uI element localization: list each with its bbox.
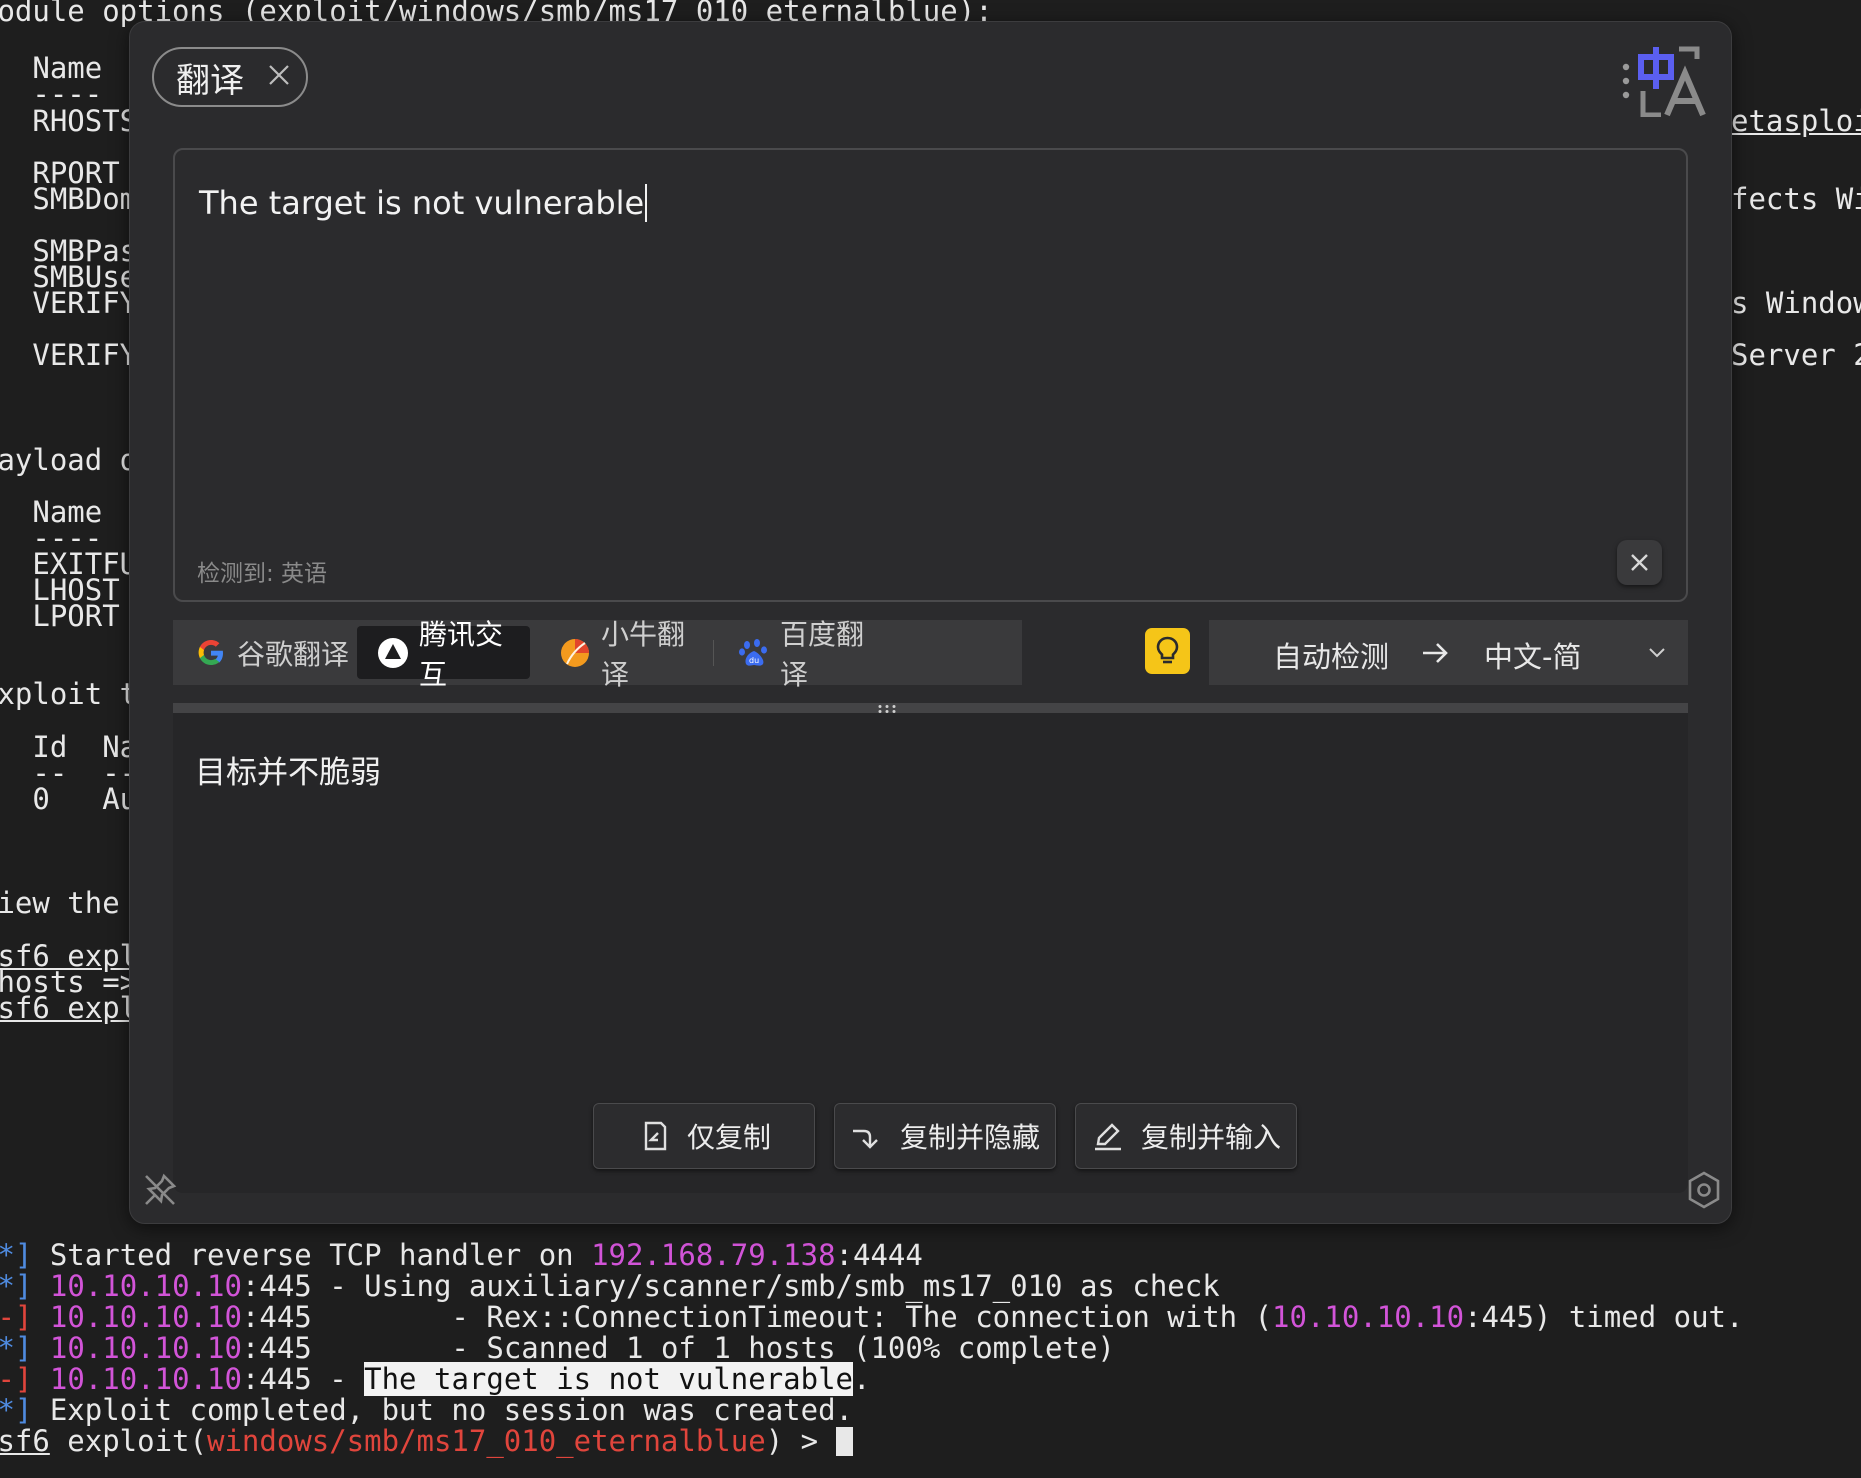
terminal-line: msf6 expl [0, 991, 138, 1025]
translated-text[interactable]: 目标并不脆弱 [195, 747, 381, 792]
translation-output: 目标并不脆弱 仅复制 复制并隐藏 复制并输入 [173, 713, 1688, 1193]
button-label: 复制并隐藏 [899, 1121, 1040, 1154]
copy-icon [644, 1121, 667, 1151]
terminal-fragment: Server 2( [1731, 338, 1861, 372]
terminal-line: Payload o [0, 443, 137, 477]
translate-logo-icon[interactable] [1621, 45, 1715, 117]
log-text: :4444 [835, 1238, 923, 1272]
tab-label: 腾讯交互 [419, 617, 504, 691]
terminal-cursor [835, 1427, 853, 1456]
log-text: . [853, 1362, 871, 1396]
log-text: exploit( [49, 1424, 207, 1458]
terminal-fragment: etasploi [1731, 104, 1861, 138]
module-name: windows/smb/ms17_010_eternalblue [206, 1424, 766, 1458]
ip-address: 192.168.79.138 [591, 1238, 836, 1272]
close-icon[interactable] [266, 62, 292, 88]
source-language[interactable]: 自动检测 [1273, 634, 1389, 676]
detected-language: 检测到: 英语 [197, 561, 328, 587]
target-language[interactable]: 中文-简 [1484, 634, 1581, 676]
selected-text[interactable]: The target is not vulnerable [364, 1362, 854, 1396]
tab-separator [713, 640, 714, 666]
log-line: [-] 10.10.10.10:445 - Rex::ConnectionTim… [0, 1302, 1743, 1333]
log-prefix: [*] [0, 1238, 33, 1272]
log-text: ) > [765, 1424, 836, 1458]
ip-address: 10.10.10.10 [49, 1300, 242, 1334]
msf-prompt: msf6 [0, 1424, 50, 1458]
log-text: :445 - Rex::ConnectionTimeout: The conne… [241, 1300, 1273, 1334]
tab-label: 百度翻译 [780, 617, 865, 691]
pencil-icon [1094, 1123, 1121, 1151]
terminal-line: Exploit t [0, 677, 137, 711]
terminal-line: View the [0, 886, 120, 920]
terminal-line: RHOSTS [32, 104, 138, 138]
log-text: :445) timed out. [1464, 1300, 1744, 1334]
button-label: 仅复制 [686, 1121, 771, 1154]
language-selector[interactable]: 自动检测 中文-简 [1209, 620, 1688, 685]
engine-tabs: 谷歌翻译 腾讯交互 小牛翻译 du 百度翻译 [173, 618, 1022, 691]
settings-icon[interactable] [1684, 1170, 1724, 1210]
niutrans-icon [561, 638, 589, 667]
log-text: Started reverse TCP handler on [32, 1238, 592, 1272]
log-text: :445 - Scanned 1 of 1 hosts (100% comple… [241, 1331, 1115, 1365]
svg-text:du: du [749, 656, 759, 665]
log-prefix: [-] [0, 1300, 33, 1334]
resize-divider[interactable] [173, 703, 1688, 713]
unpin-icon[interactable] [140, 1170, 180, 1210]
ip-address: 10.10.10.10 [1272, 1300, 1465, 1334]
tab-label: 谷歌翻译 [237, 637, 350, 671]
terminal-fragment: fects Wi [1731, 182, 1861, 216]
log-text: :445 - [241, 1362, 365, 1396]
source-text-value: The target is not vulnerable [199, 184, 645, 222]
lightbulb-icon [1156, 636, 1179, 664]
mode-tag-label: 翻译 [176, 60, 244, 101]
ip-address: 10.10.10.10 [49, 1331, 242, 1365]
tab-label: 小牛翻译 [601, 617, 686, 691]
terminal-line: VERIFY [32, 286, 138, 320]
chevron-down-icon[interactable] [1647, 643, 1667, 663]
terminal-line: 0 Au [32, 782, 138, 816]
log-prefix: [*] [0, 1393, 33, 1427]
tip-button[interactable] [1145, 628, 1190, 674]
log-line: [*] Exploit completed, but no session wa… [0, 1395, 853, 1426]
log-line: [-] 10.10.10.10:445 - The target is not … [0, 1362, 871, 1396]
translator-window: 翻译 The target is not vulnerable 检测到: 英语 … [129, 21, 1732, 1224]
ip-address: 10.10.10.10 [49, 1269, 242, 1303]
ip-address: 10.10.10.10 [49, 1362, 242, 1396]
log-prefix: [*] [0, 1269, 33, 1303]
terminal-line: VERIFY [32, 338, 138, 372]
log-text: :445 - Using auxiliary/scanner/smb/smb_m… [241, 1269, 1220, 1303]
arrow-right-icon [1423, 643, 1448, 663]
close-icon [1631, 554, 1648, 571]
button-label: 复制并输入 [1140, 1121, 1281, 1154]
tab-google[interactable]: 谷歌翻译 [195, 626, 355, 679]
baidu-icon: du [739, 638, 767, 666]
text-caret [645, 184, 648, 222]
terminal-fragment: s Window [1731, 286, 1861, 320]
log-line: [*] Started reverse TCP handler on 192.1… [0, 1240, 923, 1271]
log-line: [*] 10.10.10.10:445 - Scanned 1 of 1 hos… [0, 1333, 1115, 1364]
google-icon [198, 639, 223, 665]
log-line: [*] 10.10.10.10:445 - Using auxiliary/sc… [0, 1271, 1220, 1302]
copy-and-hide-button[interactable]: 复制并隐藏 [834, 1103, 1056, 1169]
tencent-icon [378, 637, 408, 668]
terminal-line: SMBDom [32, 182, 138, 216]
log-prefix: [-] [0, 1362, 33, 1396]
copy-and-input-button[interactable]: 复制并输入 [1075, 1103, 1297, 1169]
terminal-line: LPORT [32, 599, 120, 633]
mode-tag[interactable]: 翻译 [152, 47, 308, 107]
log-prefix: [*] [0, 1331, 33, 1365]
log-text: Exploit completed, but no session was cr… [32, 1393, 853, 1427]
prompt-line[interactable]: msf6 exploit(windows/smb/ms17_010_eterna… [0, 1426, 853, 1457]
turn-arrow-icon [852, 1129, 878, 1149]
tab-tencent[interactable]: 腾讯交互 [357, 618, 530, 691]
copy-only-button[interactable]: 仅复制 [593, 1103, 815, 1169]
source-text[interactable]: The target is not vulnerable [199, 184, 648, 222]
tab-niutrans[interactable]: 小牛翻译 [559, 618, 699, 691]
tab-baidu[interactable]: du 百度翻译 [738, 618, 878, 691]
clear-button[interactable] [1617, 540, 1662, 585]
source-text-area[interactable]: The target is not vulnerable 检测到: 英语 [173, 148, 1688, 602]
